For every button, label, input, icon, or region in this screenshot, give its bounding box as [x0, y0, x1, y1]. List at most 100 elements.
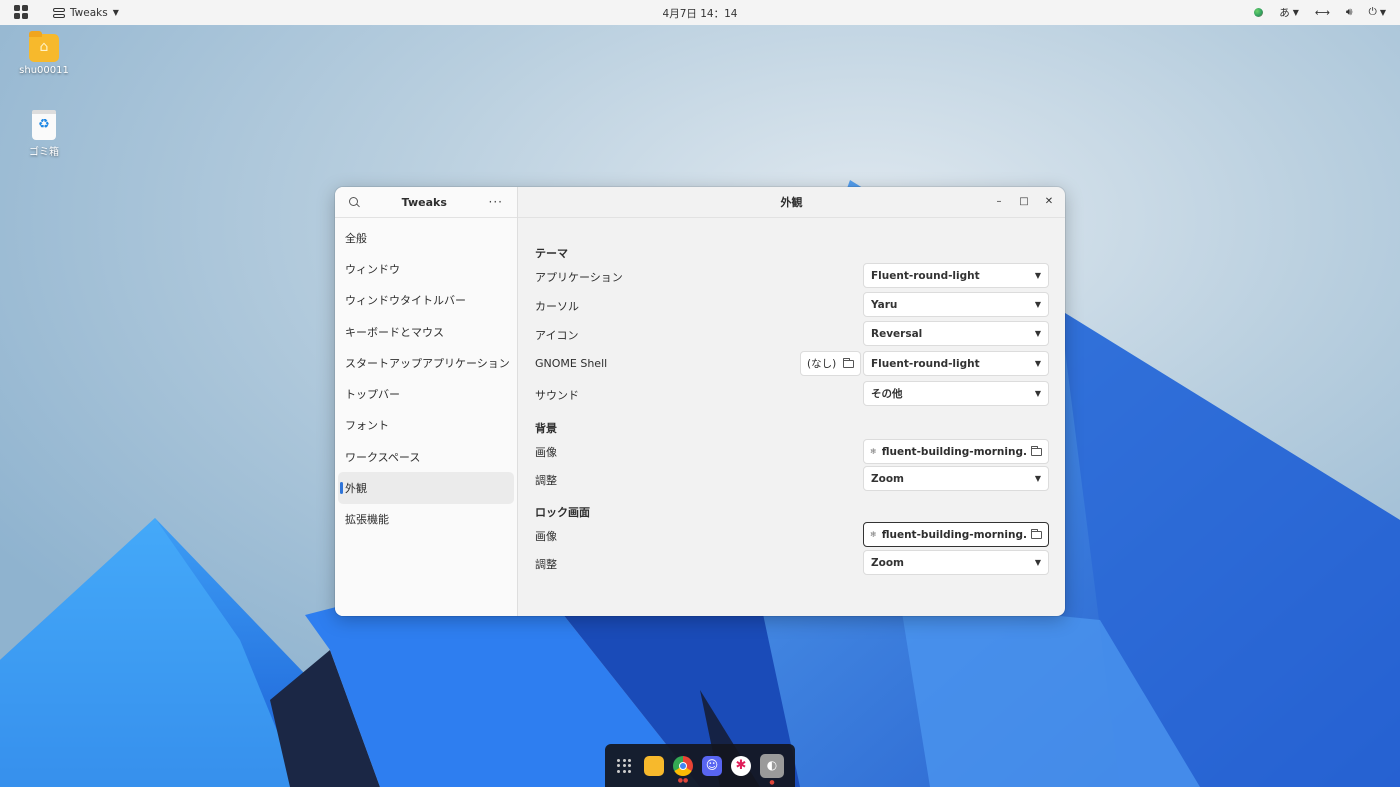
shell-theme-label: GNOME Shell: [535, 357, 608, 370]
dropdown-value: Fluent-round-light: [871, 357, 980, 370]
tweaks-window: Tweaks ··· 全般 ウィンドウ ウィンドウタイトルバー キーボードとマウ…: [335, 187, 1065, 616]
maximize-icon[interactable]: □: [1018, 196, 1030, 208]
sidebar-title: Tweaks: [401, 195, 447, 209]
sidebar-item-keyboard-mouse[interactable]: キーボードとマウス: [338, 316, 514, 347]
sidebar-item-label: ウィンドウ: [345, 262, 400, 276]
sidebar-item-extensions[interactable]: 拡張機能: [338, 504, 514, 535]
slack-app-icon[interactable]: [731, 755, 751, 776]
desktop-icon-label: shu00011: [19, 65, 69, 76]
sidebar-item-startup-apps[interactable]: スタートアップアプリケーション: [338, 347, 514, 378]
files-app-icon[interactable]: [644, 755, 664, 776]
image-file-icon: ❄: [870, 447, 877, 456]
chevron-down-icon: ▼: [1034, 558, 1041, 567]
more-options-icon[interactable]: ···: [489, 195, 503, 209]
background-adjust-label: 調整: [535, 474, 557, 487]
discord-app-icon[interactable]: [702, 755, 722, 776]
page-title: 外観: [780, 196, 803, 209]
file-name: fluent-building-morning.jpg: [881, 528, 1026, 541]
app-menu-label: Tweaks: [70, 6, 108, 19]
search-icon[interactable]: [349, 196, 360, 208]
cursor-theme-dropdown[interactable]: Yaru ▼: [863, 292, 1049, 317]
running-indicator: ●: [769, 778, 775, 786]
lock-image-label: 画像: [535, 530, 557, 543]
volume-icon[interactable]: 🔊︎: [1346, 6, 1353, 19]
caret-down-icon: ▼: [1292, 8, 1299, 17]
background-image-button[interactable]: ❄ fluent-building-morning.jpg: [863, 439, 1049, 464]
close-icon[interactable]: ✕: [1043, 196, 1055, 208]
sound-theme-label: サウンド: [535, 389, 579, 402]
show-apps-icon[interactable]: [617, 758, 631, 773]
folder-icon: [1031, 445, 1042, 456]
icon-theme-dropdown[interactable]: Reversal ▼: [863, 321, 1049, 346]
folder-icon: [1031, 528, 1042, 539]
sidebar-item-label: 外観: [345, 482, 367, 496]
section-title-background: 背景: [535, 422, 557, 435]
desktop-icon-label: ゴミ箱: [29, 147, 59, 158]
power-menu[interactable]: ⏻ ▼: [1369, 6, 1386, 19]
sidebar-item-top-bar[interactable]: トップバー: [338, 378, 514, 409]
app-menu[interactable]: Tweaks ▼: [53, 0, 119, 25]
application-theme-dropdown[interactable]: Fluent-round-light ▼: [863, 263, 1049, 288]
top-bar: Tweaks ▼ 4月7日 14：14 あ ▼ ⟷ 🔊︎ ⏻ ▼: [0, 0, 1400, 25]
background-adjust-dropdown[interactable]: Zoom ▼: [863, 466, 1049, 491]
sidebar-item-general[interactable]: 全般: [338, 222, 514, 253]
input-method-label: あ: [1279, 7, 1290, 19]
chevron-down-icon: ▼: [1034, 329, 1041, 338]
input-method-menu[interactable]: あ ▼: [1279, 5, 1299, 20]
sidebar-item-window-titlebars[interactable]: ウィンドウタイトルバー: [338, 285, 514, 316]
minimize-icon[interactable]: –: [993, 196, 1005, 208]
window-controls: – □ ✕: [993, 196, 1055, 208]
dropdown-value: Zoom: [871, 472, 904, 485]
sound-theme-dropdown[interactable]: その他 ▼: [863, 381, 1049, 406]
sidebar-item-fonts[interactable]: フォント: [338, 410, 514, 441]
network-icon[interactable]: ⟷: [1315, 7, 1330, 19]
cursor-theme-label: カーソル: [535, 300, 579, 313]
desktop-home-folder[interactable]: shu00011: [14, 31, 74, 76]
section-title-lock-screen: ロック画面: [535, 506, 590, 519]
sidebar-item-label: トップバー: [345, 388, 400, 402]
background-image-label: 画像: [535, 446, 557, 459]
chevron-down-icon: ▼: [1034, 300, 1041, 309]
lock-adjust-dropdown[interactable]: Zoom ▼: [863, 550, 1049, 575]
sidebar-item-label: ワークスペース: [345, 450, 421, 464]
sidebar-header: Tweaks ···: [335, 187, 517, 218]
chrome-app-icon[interactable]: ●●: [673, 755, 693, 783]
sidebar-item-label: 全般: [345, 231, 367, 245]
power-icon: ⏻: [1368, 6, 1377, 18]
status-indicator-icon[interactable]: [1254, 8, 1264, 17]
caret-down-icon: ▼: [1379, 8, 1386, 17]
main-panel: 外観 – □ ✕ テーマ アプリケーション Fluent-round-light…: [518, 187, 1065, 616]
dropdown-value: Zoom: [871, 556, 904, 569]
sidebar-item-label: 拡張機能: [345, 513, 389, 527]
lock-image-button[interactable]: ❄ fluent-building-morning.jpg: [863, 522, 1049, 547]
sidebar-item-appearance[interactable]: 外観: [338, 472, 514, 504]
desktop-trash[interactable]: ゴミ箱: [14, 110, 74, 158]
shell-theme-file-button[interactable]: (なし): [800, 351, 861, 376]
sidebar-item-workspaces[interactable]: ワークスペース: [338, 441, 514, 472]
sidebar-item-label: スタートアップアプリケーション: [345, 356, 510, 370]
chevron-down-icon: ▼: [1034, 271, 1041, 280]
toggle-icon: [53, 7, 65, 18]
shell-none-label: (なし): [807, 358, 837, 370]
dropdown-value: Reversal: [871, 327, 923, 340]
running-indicator: ●●: [677, 776, 689, 784]
sidebar-list: 全般 ウィンドウ ウィンドウタイトルバー キーボードとマウス スタートアップアプ…: [335, 218, 517, 539]
activities-grid-icon[interactable]: [14, 5, 28, 19]
section-title-theme: テーマ: [535, 247, 568, 260]
application-theme-label: アプリケーション: [535, 271, 623, 284]
image-file-icon: ❄: [870, 530, 877, 539]
dropdown-value: Fluent-round-light: [871, 269, 980, 282]
tweaks-app-icon[interactable]: ●: [760, 753, 784, 785]
main-header: 外観 – □ ✕: [518, 187, 1065, 218]
file-name: fluent-building-morning.jpg: [881, 445, 1026, 458]
home-folder-icon: [29, 31, 59, 62]
chevron-down-icon: ▼: [1034, 389, 1041, 398]
dock: ●● ●: [605, 744, 795, 787]
shell-theme-dropdown[interactable]: Fluent-round-light ▼: [863, 351, 1049, 376]
sidebar-item-label: ウィンドウタイトルバー: [345, 294, 466, 308]
chevron-down-icon: ▼: [1034, 474, 1041, 483]
sidebar-item-windows[interactable]: ウィンドウ: [338, 253, 514, 284]
clock[interactable]: 4月7日 14：14: [663, 8, 738, 20]
dropdown-value: その他: [871, 388, 903, 400]
icon-theme-label: アイコン: [535, 329, 579, 342]
